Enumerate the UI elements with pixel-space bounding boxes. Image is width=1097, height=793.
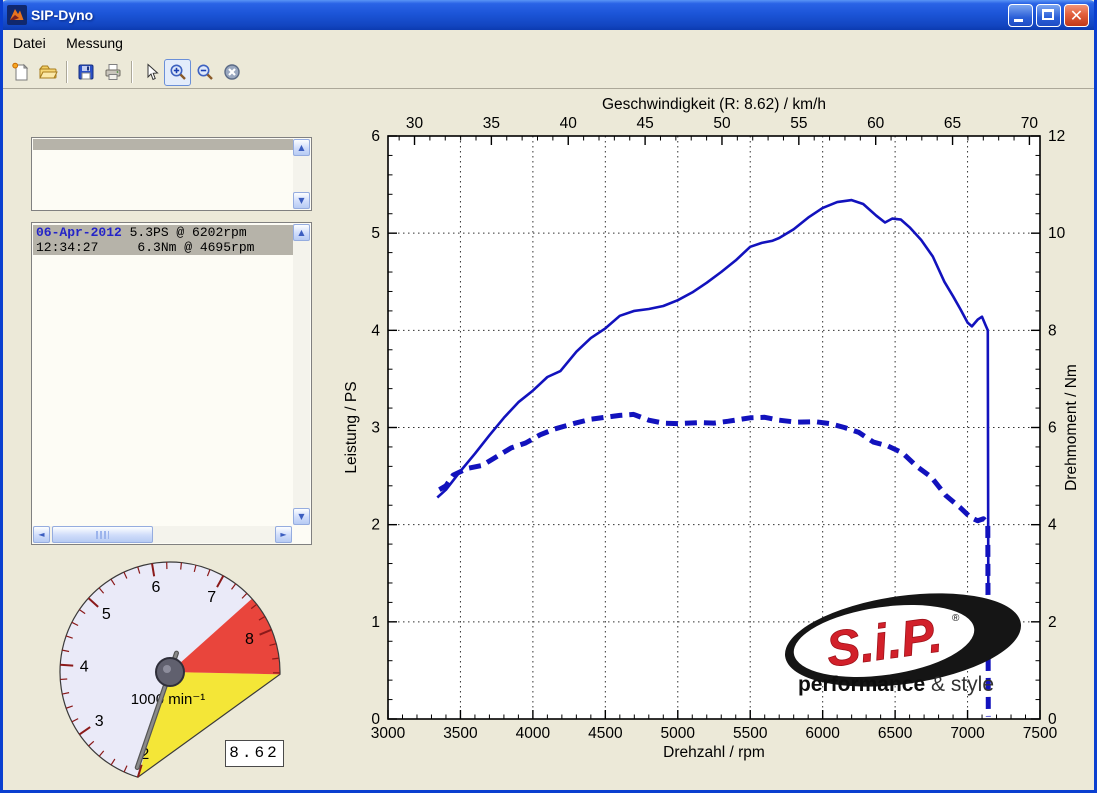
- svg-text:4: 4: [1048, 517, 1057, 534]
- scroll-right-button[interactable]: ►: [275, 526, 292, 543]
- close-button[interactable]: ✕: [1064, 4, 1089, 27]
- svg-text:1: 1: [371, 614, 380, 631]
- svg-text:7000: 7000: [950, 725, 985, 742]
- svg-text:5500: 5500: [733, 725, 768, 742]
- horizontal-scrollbar[interactable]: ◄ ►: [33, 526, 292, 543]
- scroll-down-button[interactable]: ▼: [293, 192, 310, 209]
- svg-text:40: 40: [560, 115, 578, 132]
- svg-text:4500: 4500: [588, 725, 623, 742]
- svg-text:55: 55: [790, 115, 807, 132]
- svg-text:10: 10: [1048, 225, 1066, 242]
- svg-text:6: 6: [152, 579, 161, 596]
- svg-text:5000: 5000: [661, 725, 696, 742]
- thumb-grip: [96, 531, 109, 539]
- open-folder-icon: [38, 62, 58, 82]
- svg-text:65: 65: [944, 115, 961, 132]
- pointer-tool-button[interactable]: [137, 59, 164, 86]
- svg-text:Drehmoment / Nm: Drehmoment / Nm: [1063, 364, 1080, 491]
- pointer-icon: [141, 62, 161, 82]
- save-icon: [76, 62, 96, 82]
- new-button[interactable]: [7, 59, 34, 86]
- toolbar-separator: [66, 61, 67, 83]
- file-listbox[interactable]: ▲ ▼: [31, 137, 312, 211]
- svg-text:®: ®: [952, 613, 960, 624]
- vertical-scrollbar[interactable]: ▲ ▼: [293, 139, 310, 209]
- menu-bar: Datei Messung: [3, 30, 1094, 56]
- svg-text:8: 8: [1048, 322, 1057, 339]
- title-bar: SIP-Dyno ✕: [0, 0, 1097, 30]
- svg-text:6: 6: [371, 128, 380, 145]
- toolbar: [3, 56, 1094, 89]
- window-controls: ✕: [1008, 4, 1089, 27]
- app-window: SIP-Dyno ✕ Datei Messung: [0, 0, 1097, 793]
- scroll-up-button[interactable]: ▲: [293, 139, 310, 156]
- svg-text:4: 4: [80, 658, 89, 675]
- results-listbox[interactable]: 06-Apr-2012 5.3PS @ 6202rpm 12:34:27 6.3…: [31, 222, 312, 545]
- svg-text:5: 5: [371, 225, 380, 242]
- svg-text:30: 30: [406, 115, 424, 132]
- svg-text:0: 0: [371, 711, 380, 728]
- svg-text:12: 12: [1048, 128, 1065, 145]
- svg-text:performance & style: performance & style: [798, 673, 994, 696]
- svg-text:60: 60: [867, 115, 885, 132]
- measurement-line2: 12:34:27 6.3Nm @ 4695rpm: [36, 240, 293, 255]
- window-title: SIP-Dyno: [31, 7, 93, 23]
- scrollbar-thumb[interactable]: [52, 526, 153, 543]
- measurement-date: 06-Apr-2012: [36, 225, 122, 240]
- svg-text:3500: 3500: [443, 725, 478, 742]
- save-button[interactable]: [72, 59, 99, 86]
- svg-text:8: 8: [245, 631, 254, 648]
- toolbar-separator: [131, 61, 132, 83]
- scroll-up-button[interactable]: ▲: [293, 224, 310, 241]
- svg-text:Geschwindigkeit (R: 8.62) / km: Geschwindigkeit (R: 8.62) / km/h: [602, 96, 826, 113]
- svg-text:6000: 6000: [805, 725, 840, 742]
- print-icon: [103, 62, 123, 82]
- zoom-out-icon: [195, 62, 215, 82]
- close-icon: ✕: [1065, 6, 1088, 26]
- svg-text:0: 0: [1048, 711, 1057, 728]
- minimize-button[interactable]: [1008, 4, 1033, 27]
- reset-view-icon: [222, 62, 242, 82]
- svg-text:Leistung / PS: Leistung / PS: [343, 381, 360, 473]
- svg-text:2: 2: [1048, 614, 1057, 631]
- minimize-icon: [1014, 19, 1023, 22]
- measurement-line1: 06-Apr-2012 5.3PS @ 6202rpm: [36, 225, 293, 240]
- svg-text:3: 3: [371, 420, 380, 437]
- maximize-icon: [1042, 9, 1054, 20]
- app-icon: [7, 5, 27, 25]
- scroll-left-button[interactable]: ◄: [33, 526, 50, 543]
- zoom-in-icon: [168, 62, 188, 82]
- svg-text:2: 2: [371, 517, 380, 534]
- svg-text:4000: 4000: [516, 725, 551, 742]
- svg-text:7: 7: [207, 589, 216, 606]
- vertical-scrollbar[interactable]: ▲ ▼: [293, 224, 310, 525]
- svg-text:35: 35: [483, 115, 500, 132]
- svg-text:3: 3: [95, 713, 104, 730]
- svg-text:45: 45: [636, 115, 653, 132]
- svg-text:Drehzahl / rpm: Drehzahl / rpm: [663, 744, 765, 761]
- svg-text:6500: 6500: [878, 725, 913, 742]
- new-file-icon: [11, 62, 31, 82]
- svg-text:70: 70: [1021, 115, 1039, 132]
- list-item[interactable]: 06-Apr-2012 5.3PS @ 6202rpm 12:34:27 6.3…: [33, 225, 293, 255]
- open-button[interactable]: [34, 59, 61, 86]
- ratio-field[interactable]: 8.62: [225, 740, 284, 767]
- svg-text:5: 5: [102, 606, 111, 623]
- maximize-button[interactable]: [1036, 4, 1061, 27]
- measurement-power: 5.3PS @ 6202rpm: [122, 225, 247, 240]
- print-button[interactable]: [99, 59, 126, 86]
- menu-datei[interactable]: Datei: [5, 30, 54, 51]
- menu-messung[interactable]: Messung: [58, 30, 131, 51]
- zoom-out-tool-button[interactable]: [191, 59, 218, 86]
- selected-row[interactable]: [33, 139, 293, 150]
- dyno-chart[interactable]: 3000350040004500500055006000650070007500…: [333, 96, 1097, 793]
- svg-text:50: 50: [713, 115, 731, 132]
- svg-text:6: 6: [1048, 420, 1057, 437]
- svg-text:1000 min⁻¹: 1000 min⁻¹: [131, 691, 206, 708]
- reset-view-button[interactable]: [218, 59, 245, 86]
- scroll-down-button[interactable]: ▼: [293, 508, 310, 525]
- svg-text:4: 4: [371, 322, 380, 339]
- zoom-in-tool-button[interactable]: [164, 59, 191, 86]
